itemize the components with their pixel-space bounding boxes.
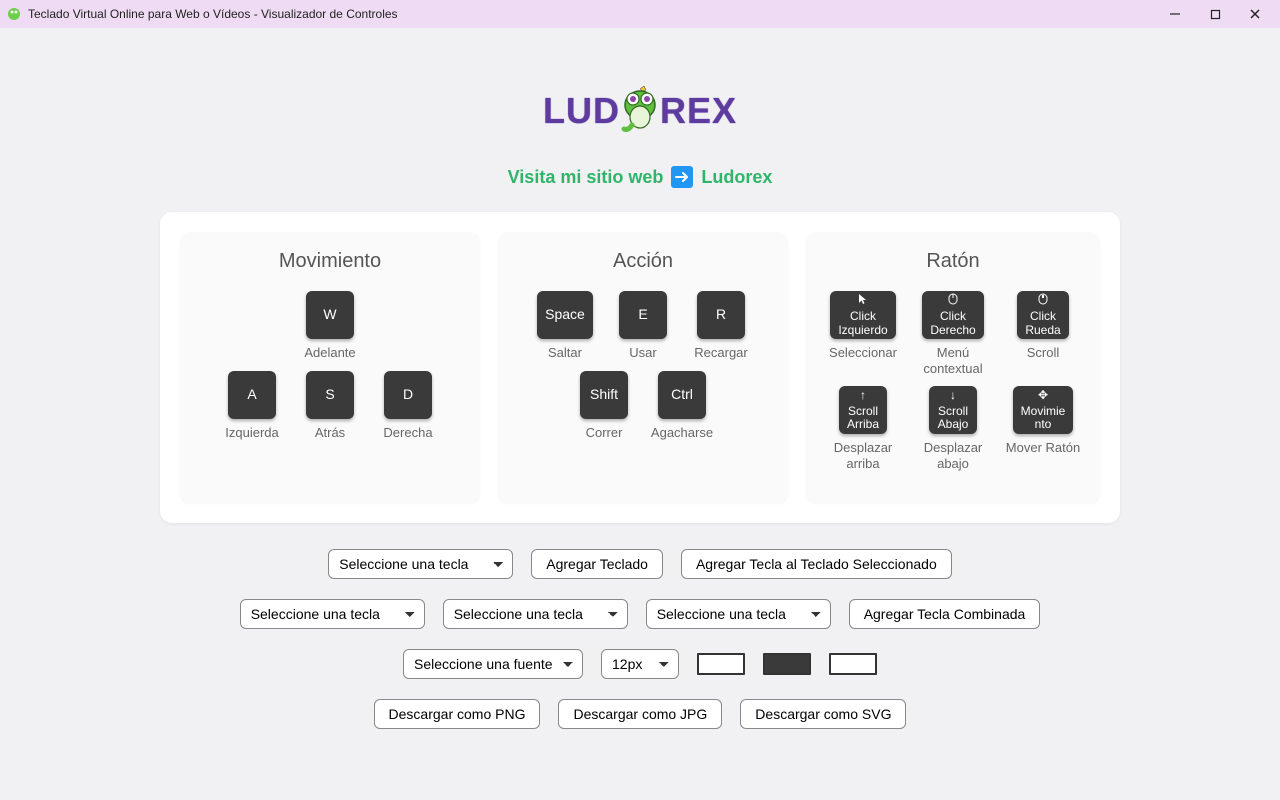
logo-text-left: LUD — [543, 90, 620, 132]
brand-logo: LUD REX — [543, 83, 737, 138]
arrow-down-icon: ↓ — [950, 389, 956, 402]
logo-text-right: REX — [660, 90, 737, 132]
key-w[interactable]: W — [306, 291, 354, 339]
key-r[interactable]: R — [697, 291, 745, 339]
visit-prefix: Visita mi sitio web — [508, 167, 664, 188]
add-key-to-selected-button[interactable]: Agregar Tecla al Teclado Seleccionado — [681, 549, 952, 579]
key-scroll-down[interactable]: ↓ Scroll Abajo — [929, 386, 977, 434]
main-panel: Movimiento W Adelante A Izquierda S Atrá… — [160, 212, 1120, 523]
caption-scroll-up: Desplazar arriba — [823, 440, 903, 471]
section-movement: Movimiento W Adelante A Izquierda S Atrá… — [180, 232, 480, 503]
caption-space: Saltar — [548, 345, 582, 361]
select-font[interactable]: Seleccione una fuente — [403, 649, 583, 679]
caption-click-right: Menú contextual — [913, 345, 993, 376]
key-click-right[interactable]: Click Derecho — [922, 291, 983, 339]
logo-mascot-icon — [618, 85, 662, 140]
caption-click-wheel: Scroll — [1027, 345, 1060, 361]
visit-site-link[interactable]: Ludorex — [701, 167, 772, 188]
key-e[interactable]: E — [619, 291, 667, 339]
caption-click-left: Seleccionar — [829, 345, 897, 361]
section-title-mouse: Ratón — [816, 250, 1090, 273]
logo-container: LUD REX — [0, 28, 1280, 138]
window-minimize-button[interactable] — [1166, 5, 1184, 23]
section-mouse: Ratón Click Izquierdo Seleccionar — [806, 232, 1100, 503]
caption-w: Adelante — [304, 345, 355, 361]
arrow-up-icon: ↑ — [860, 389, 866, 402]
key-d[interactable]: D — [384, 371, 432, 419]
cursor-icon — [858, 293, 868, 308]
window-close-button[interactable] — [1246, 5, 1264, 23]
caption-r: Recargar — [694, 345, 747, 361]
page-body: LUD REX Visita mi sitio web Ludorex — [0, 28, 1280, 800]
download-png-button[interactable]: Descargar como PNG — [374, 699, 541, 729]
caption-ctrl: Agacharse — [651, 425, 713, 441]
visit-site-row: Visita mi sitio web Ludorex — [0, 138, 1280, 188]
window-titlebar: Teclado Virtual Online para Web o Vídeos… — [0, 0, 1280, 28]
move-icon: ✥ — [1038, 389, 1048, 402]
caption-e: Usar — [629, 345, 656, 361]
mouse-icon — [1038, 293, 1048, 308]
app-favicon — [6, 6, 22, 22]
mouse-icon — [948, 293, 958, 308]
section-title-movement: Movimiento — [190, 250, 470, 273]
key-click-wheel[interactable]: Click Rueda — [1017, 291, 1068, 339]
add-keyboard-button[interactable]: Agregar Teclado — [531, 549, 663, 579]
caption-shift: Correr — [586, 425, 623, 441]
window-title: Teclado Virtual Online para Web o Vídeos… — [28, 7, 1156, 21]
key-click-left[interactable]: Click Izquierdo — [830, 291, 895, 339]
caption-a: Izquierda — [225, 425, 278, 441]
section-title-action: Acción — [508, 250, 778, 273]
caption-d: Derecha — [383, 425, 432, 441]
key-a[interactable]: A — [228, 371, 276, 419]
key-mouse-move[interactable]: ✥ Movimie nto — [1013, 386, 1074, 434]
select-key-combo-1[interactable]: Seleccione una tecla — [240, 599, 425, 629]
color-swatch-2[interactable] — [763, 653, 811, 675]
key-ctrl[interactable]: Ctrl — [658, 371, 706, 419]
arrow-right-icon — [671, 166, 693, 188]
section-action: Acción Space Saltar E Usar R Recargar Sh… — [498, 232, 788, 503]
select-key-combo-3[interactable]: Seleccione una tecla — [646, 599, 831, 629]
caption-mouse-move: Mover Ratón — [1006, 440, 1080, 456]
select-font-size[interactable]: 12px — [601, 649, 679, 679]
download-jpg-button[interactable]: Descargar como JPG — [558, 699, 722, 729]
select-key-1[interactable]: Seleccione una tecla — [328, 549, 513, 579]
controls-area: Seleccione una tecla Agregar Teclado Agr… — [0, 523, 1280, 729]
key-shift[interactable]: Shift — [580, 371, 628, 419]
download-svg-button[interactable]: Descargar como SVG — [740, 699, 906, 729]
key-s[interactable]: S — [306, 371, 354, 419]
color-swatch-3[interactable] — [829, 653, 877, 675]
key-scroll-up[interactable]: ↑ Scroll Arriba — [839, 386, 887, 434]
window-maximize-button[interactable] — [1206, 5, 1224, 23]
select-key-combo-2[interactable]: Seleccione una tecla — [443, 599, 628, 629]
add-combined-key-button[interactable]: Agregar Tecla Combinada — [849, 599, 1041, 629]
key-space[interactable]: Space — [537, 291, 593, 339]
caption-scroll-down: Desplazar abajo — [913, 440, 993, 471]
color-swatch-1[interactable] — [697, 653, 745, 675]
caption-s: Atrás — [315, 425, 345, 441]
